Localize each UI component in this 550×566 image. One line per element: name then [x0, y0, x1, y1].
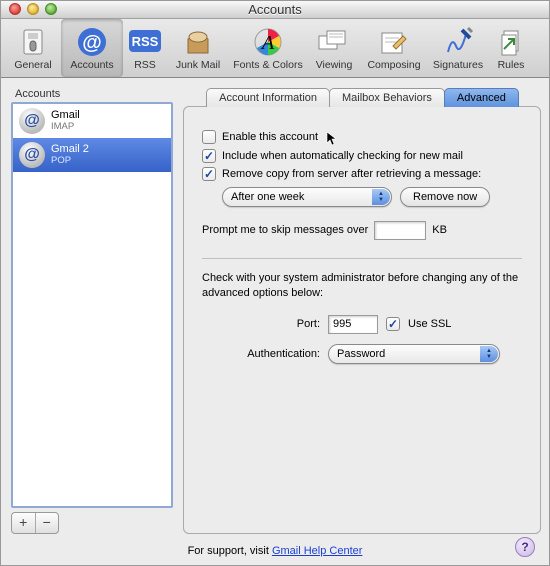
toolbar-fonts[interactable]: A Fonts & Colors [229, 19, 307, 77]
add-account-button[interactable]: + [12, 513, 36, 533]
remove-after-value: After one week [231, 191, 304, 203]
minimize-icon[interactable] [27, 3, 39, 15]
general-icon [16, 25, 50, 59]
prefs-toolbar: General @ Accounts RSS RSS Junk Mail A F… [1, 19, 549, 78]
accounts-list[interactable]: @ Gmail IMAP @ Gmail 2 POP [11, 102, 173, 508]
chevron-updown-icon: ▲▼ [372, 189, 390, 205]
chevron-updown-icon: ▲▼ [480, 346, 498, 362]
svg-text:RSS: RSS [132, 34, 159, 49]
tab-advanced[interactable]: Advanced [444, 88, 519, 107]
svg-text:@: @ [82, 32, 102, 54]
remove-copy-checkbox[interactable] [202, 167, 216, 181]
toolbar-accounts[interactable]: @ Accounts [61, 19, 123, 77]
account-row[interactable]: @ Gmail 2 POP [13, 138, 171, 172]
toolbar-rss[interactable]: RSS RSS [123, 19, 167, 77]
window-title: Accounts [1, 2, 549, 17]
tab-bar: Account Information Mailbox Behaviors Ad… [183, 88, 541, 107]
toolbar-signatures[interactable]: Signatures [427, 19, 489, 77]
main-panel: Account Information Mailbox Behaviors Ad… [183, 88, 541, 534]
authentication-value: Password [337, 348, 385, 360]
fonts-colors-icon: A [251, 25, 285, 59]
support-prefix: For support, visit [188, 545, 272, 557]
footer: For support, visit Gmail Help Center ? [1, 538, 549, 565]
window-controls [1, 3, 57, 15]
use-ssl-label: Use SSL [408, 318, 451, 330]
tab-mailbox-behaviors[interactable]: Mailbox Behaviors [329, 88, 445, 107]
remove-account-button[interactable]: − [36, 513, 59, 533]
junk-mail-icon [181, 25, 215, 59]
remove-after-select[interactable]: After one week ▲▼ [222, 187, 392, 207]
help-button[interactable]: ? [515, 537, 535, 557]
cursor-icon [326, 131, 338, 147]
account-protocol: IMAP [51, 121, 80, 133]
toolbar-junk[interactable]: Junk Mail [167, 19, 229, 77]
prompt-skip-input[interactable] [374, 221, 426, 240]
signatures-icon [441, 25, 475, 59]
at-icon: @ [19, 142, 45, 168]
add-remove-buttons: + − [11, 512, 59, 534]
use-ssl-checkbox[interactable] [386, 317, 400, 331]
accounts-icon: @ [75, 25, 109, 59]
account-name: Gmail [51, 109, 80, 121]
rules-icon [494, 25, 528, 59]
viewing-icon [317, 25, 351, 59]
account-row[interactable]: @ Gmail IMAP [13, 104, 171, 138]
port-input[interactable]: 995 [328, 315, 378, 334]
toolbar-rules[interactable]: Rules [489, 19, 533, 77]
account-protocol: POP [51, 155, 89, 167]
titlebar: Accounts [1, 1, 549, 19]
admin-warning-label: Check with your system administrator bef… [202, 271, 522, 301]
prompt-skip-label: Prompt me to skip messages over [202, 224, 368, 236]
remove-copy-label: Remove copy from server after retrieving… [222, 168, 481, 180]
help-center-link[interactable]: Gmail Help Center [272, 545, 362, 557]
svg-text:A: A [260, 32, 275, 54]
enable-account-checkbox[interactable] [202, 130, 216, 144]
enable-account-label: Enable this account [222, 131, 318, 143]
advanced-pane: Enable this account Include when automat… [183, 106, 541, 534]
account-name: Gmail 2 [51, 143, 89, 155]
zoom-icon[interactable] [45, 3, 57, 15]
accounts-window: Accounts General @ Accounts RSS RSS Junk… [0, 0, 550, 566]
rss-icon: RSS [128, 25, 162, 59]
divider [202, 258, 522, 259]
accounts-sidebar: Accounts @ Gmail IMAP @ Gmail 2 POP [11, 88, 173, 534]
include-auto-check-label: Include when automatically checking for … [222, 150, 463, 162]
prompt-skip-unit: KB [432, 224, 447, 236]
toolbar-composing[interactable]: Composing [361, 19, 427, 77]
at-icon: @ [19, 108, 45, 134]
include-auto-check-checkbox[interactable] [202, 149, 216, 163]
port-label: Port: [202, 318, 320, 330]
toolbar-viewing[interactable]: Viewing [307, 19, 361, 77]
close-icon[interactable] [9, 3, 21, 15]
tab-account-information[interactable]: Account Information [206, 88, 330, 107]
sidebar-header: Accounts [11, 88, 173, 102]
composing-icon [377, 25, 411, 59]
authentication-select[interactable]: Password ▲▼ [328, 344, 500, 364]
remove-now-button[interactable]: Remove now [400, 187, 490, 207]
authentication-label: Authentication: [202, 348, 320, 360]
toolbar-general[interactable]: General [5, 19, 61, 77]
